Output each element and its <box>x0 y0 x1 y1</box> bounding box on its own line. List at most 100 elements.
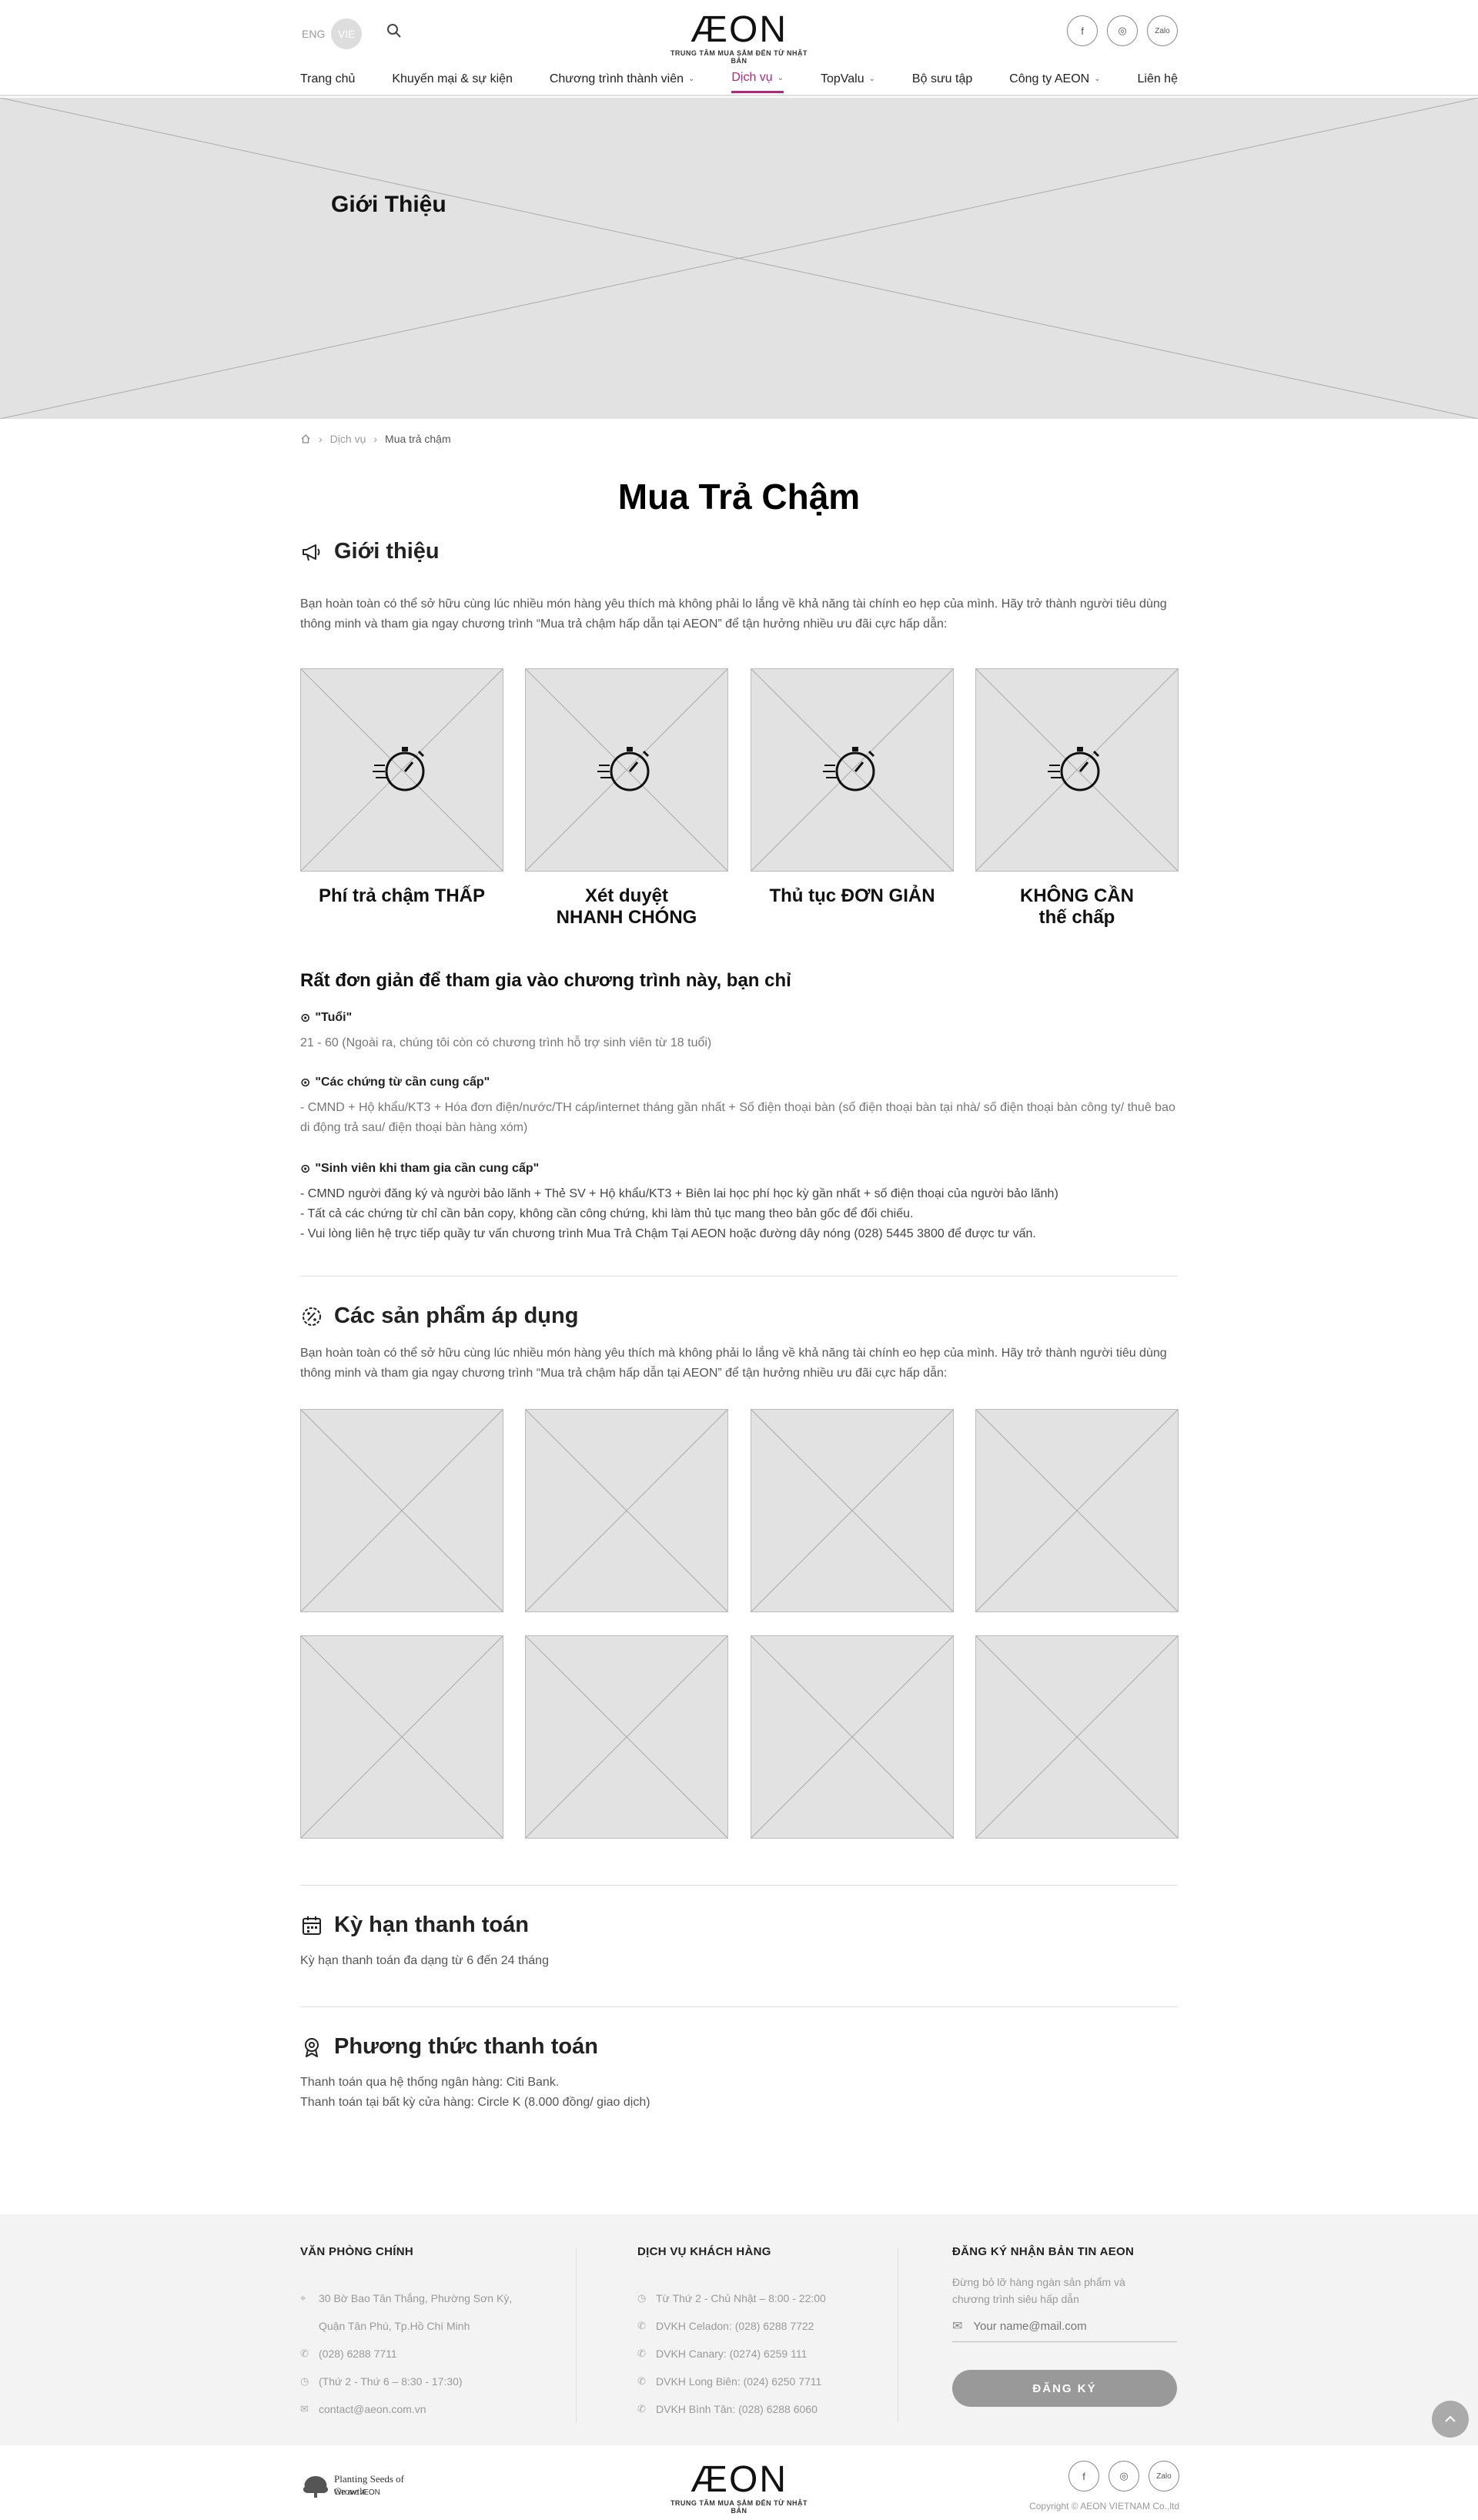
req-age: ⊙ "Tuổi" 21 - 60 (Ngoài ra, chúng tôi còn… <box>300 1010 1178 1053</box>
nav-label: Liên hệ <box>1137 72 1178 85</box>
placeholder-cross <box>301 1410 503 1611</box>
aeon-logo[interactable]: ÆON TRUNG TÂM MUA SẮM ĐẾN TỪ NHẬT BẢN <box>662 11 816 65</box>
placeholder-cross <box>751 1410 953 1611</box>
instagram-icon[interactable]: ◎ <box>1108 2461 1139 2492</box>
subscribe-button[interactable]: ĐĂNG KÝ <box>952 2370 1177 2407</box>
footer-text: Từ Thứ 2 - Chủ Nhật – 8:00 - 22:00 <box>656 2292 826 2304</box>
feature-label: Phí trả chậm THẤP <box>300 885 503 907</box>
nav-services[interactable]: Dịch vụ ⌄ <box>731 71 784 93</box>
footer-phone[interactable]: ✆ (028) 6288 7711 <box>300 2340 512 2368</box>
footer-service-phone[interactable]: ✆ DVKH Canary: (0274) 6259 111 <box>637 2340 826 2368</box>
chevron-down-icon: ⌄ <box>777 73 784 82</box>
intro-text: Bạn hoàn toàn có thể sở hữu cùng lúc nhi… <box>300 597 1167 631</box>
req-text: - Tất cả các chứng từ chỉ cần bản copy, … <box>300 1207 914 1220</box>
feature-line: Xét duyệt <box>584 885 669 906</box>
hero-banner: Giới Thiệu <box>0 98 1478 419</box>
hero-placeholder-image <box>0 98 1478 419</box>
mail-icon: ✉ <box>952 2320 963 2333</box>
zalo-icon[interactable]: Zalo <box>1147 15 1178 46</box>
check-circle-icon: ⊙ <box>300 1012 311 1025</box>
feature-label: KHÔNG CẦN thế chấp <box>975 885 1179 929</box>
footer-service-phone[interactable]: ✆ DVKH Bình Tân: (028) 6288 6060 <box>637 2395 826 2423</box>
footer-service-phone[interactable]: ✆ DVKH Long Biên: (024) 6250 7711 <box>637 2368 826 2395</box>
chevron-down-icon: ⌄ <box>688 75 695 83</box>
payment-heading: Phương thức thanh toán <box>300 2034 598 2060</box>
footer-hours: ◷ (Thứ 2 - Thứ 6 – 8:30 - 17:30) <box>300 2368 512 2395</box>
product-image[interactable] <box>751 1635 954 1839</box>
footer-service-phone[interactable]: ✆ DVKH Celadon: (028) 6288 7722 <box>637 2312 826 2340</box>
feature-image <box>525 668 728 872</box>
feature-image <box>300 668 503 872</box>
req-label: ⊙ "Sinh viên khi tham gia cần cung cấp" <box>300 1161 1178 1176</box>
req-student: ⊙ "Sinh viên khi tham gia cần cung cấp" -… <box>300 1161 1178 1244</box>
placeholder-cross <box>301 1636 503 1838</box>
breadcrumb: › Dịch vụ › Mua trả chậm <box>300 433 451 445</box>
product-image[interactable] <box>751 1409 954 1612</box>
facebook-icon[interactable]: f <box>1068 2461 1099 2492</box>
nav-label: Dịch vụ <box>731 71 773 84</box>
feature-line: thế chấp <box>1038 907 1115 928</box>
feature-line: KHÔNG CẦN <box>1020 885 1134 906</box>
copyright: Copyright © AEON VIETNAM Co.,ltd <box>1029 2501 1179 2512</box>
facebook-icon[interactable]: f <box>1067 15 1098 46</box>
stopwatch-icon <box>373 747 425 791</box>
home-icon[interactable] <box>300 433 311 444</box>
footer-text: contact@aeon.com.vn <box>319 2403 426 2415</box>
phone-icon: ✆ <box>637 2348 646 2359</box>
nav-membership[interactable]: Chương trình thành viên ⌄ <box>550 71 695 93</box>
zalo-icon[interactable]: Zalo <box>1149 2461 1179 2492</box>
clock-icon: ◷ <box>637 2292 647 2304</box>
logo-word: ÆON <box>691 2459 787 2500</box>
nav-home[interactable]: Trang chủ <box>300 71 355 93</box>
social-links: f ◎ Zalo <box>1067 15 1178 46</box>
payment-line: Thanh toán qua hệ thống ngân hàng: Citi … <box>300 2076 560 2089</box>
nav-promotions[interactable]: Khuyến mại & sự kiện <box>392 71 513 93</box>
instagram-icon[interactable]: ◎ <box>1107 15 1138 46</box>
product-image[interactable] <box>525 1409 728 1612</box>
placeholder-cross <box>976 1410 1178 1611</box>
product-image[interactable] <box>975 1635 1179 1839</box>
placeholder-cross <box>976 1636 1178 1838</box>
term-heading: Kỳ hạn thanh toán <box>300 1913 529 1938</box>
scroll-to-top-button[interactable] <box>1432 2401 1469 2438</box>
requirements-title: Rất đơn giản để tham gia vào chương trìn… <box>300 970 791 991</box>
search-icon[interactable] <box>385 22 403 40</box>
site-footer: VĂN PHÒNG CHÍNH ⌖ 30 Bờ Bao Tân Thắng, Ph… <box>0 2214 1478 2445</box>
breadcrumb-services[interactable]: Dịch vụ <box>330 433 366 445</box>
footer-text: (Thứ 2 - Thứ 6 – 8:30 - 17:30) <box>319 2375 463 2388</box>
lang-eng[interactable]: ENG <box>302 28 325 40</box>
product-image[interactable] <box>300 1409 503 1612</box>
product-image[interactable] <box>975 1409 1179 1612</box>
divider <box>300 1885 1178 1886</box>
nav-contact[interactable]: Liên hệ <box>1137 71 1178 93</box>
feature-line: Phí trả chậm THẤP <box>318 885 486 906</box>
product-image[interactable] <box>300 1635 503 1839</box>
badge-icon <box>303 1307 321 1326</box>
nav-company[interactable]: Công ty AEON ⌄ <box>1009 71 1100 93</box>
feature-image <box>975 668 1179 872</box>
calendar-icon <box>303 1916 321 1935</box>
footer-aeon-logo[interactable]: ÆON TRUNG TÂM MUA SẮM ĐẾN TỪ NHẬT BẢN <box>662 2461 816 2515</box>
product-image[interactable] <box>525 1635 728 1839</box>
req-label-text: "Sinh viên khi tham gia cần cung cấp" <box>315 1162 540 1175</box>
language-switcher: ENG VIE <box>302 18 363 49</box>
nav-topvalu[interactable]: TopValu ⌄ <box>821 71 875 93</box>
footer-text: DVKH Canary: (0274) 6259 111 <box>656 2348 808 2360</box>
divider <box>300 1276 1178 1277</box>
newsletter-email-row: ✉ <box>952 2314 1177 2342</box>
nav-collection[interactable]: Bộ sưu tập <box>912 71 972 93</box>
newsletter-email-input[interactable] <box>973 2319 1166 2333</box>
footer-text: DVKH Bình Tân: (028) 6288 6060 <box>656 2403 818 2415</box>
lang-vie[interactable]: VIE <box>331 18 363 49</box>
stopwatch-icon <box>1048 747 1100 791</box>
footer-email[interactable]: ✉ contact@aeon.com.vn <box>300 2395 512 2423</box>
breadcrumb-sep: › <box>319 433 323 445</box>
term-text: Kỳ hạn thanh toán đa dạng từ 6 đến 24 th… <box>300 1954 549 1967</box>
bottom-bar: Planting Seeds of Growth We are ÆON ÆON … <box>0 2445 1478 2520</box>
breadcrumb-sep: › <box>373 433 378 445</box>
req-label-text: "Các chứng từ cần cung cấp" <box>315 1076 490 1089</box>
megaphone-icon <box>303 544 320 561</box>
nav-label: Công ty AEON <box>1009 72 1090 85</box>
feature-label: Xét duyệt NHANH CHÓNG <box>525 885 728 929</box>
nav-label: Chương trình thành viên <box>549 72 684 85</box>
